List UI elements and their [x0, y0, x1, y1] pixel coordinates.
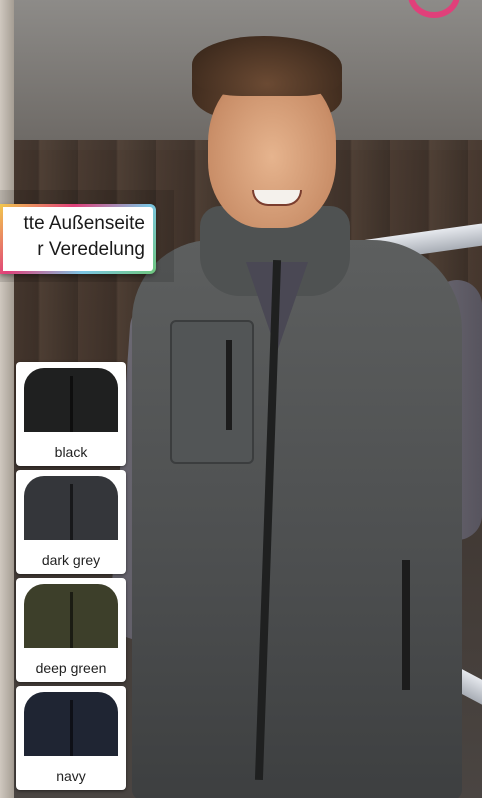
zipper-thumb	[70, 484, 73, 540]
swatch-image	[16, 686, 126, 756]
swatch-deep-green[interactable]: deep green	[16, 578, 126, 682]
swatch-image	[16, 362, 126, 432]
left-edge	[0, 0, 14, 798]
zipper-thumb	[70, 376, 73, 432]
swatch-image	[16, 578, 126, 648]
swatch-navy[interactable]: navy	[16, 686, 126, 790]
swatch-dark-grey[interactable]: dark grey	[16, 470, 126, 574]
swatch-label: dark grey	[41, 552, 101, 568]
zipper-thumb	[70, 592, 73, 648]
promo-line-1: tte Außenseite	[23, 213, 145, 234]
swatch-label: deep green	[35, 660, 107, 676]
swatch-label: black	[54, 444, 88, 460]
side-pocket-zipper	[402, 560, 410, 690]
promo-label: tte Außenseite r Veredelung	[0, 204, 156, 274]
swatch-label: navy	[56, 768, 86, 784]
pocket-zipper	[226, 340, 232, 430]
hair-top	[192, 36, 342, 96]
promo-line-2: r Veredelung	[37, 239, 145, 260]
swatch-black[interactable]: black	[16, 362, 126, 466]
zipper-thumb	[70, 700, 73, 756]
chest-pocket	[170, 320, 254, 464]
swatch-image	[16, 470, 126, 540]
color-swatches: black dark grey deep green navy	[16, 362, 126, 794]
